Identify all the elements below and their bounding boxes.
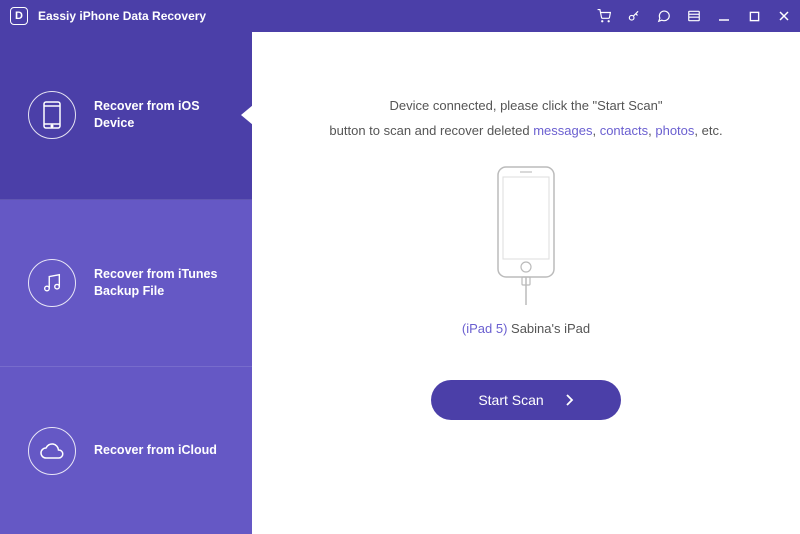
link-contacts[interactable]: contacts bbox=[600, 123, 648, 138]
sidebar-item-icloud[interactable]: Recover from iCloud bbox=[0, 367, 252, 534]
cloud-icon bbox=[28, 427, 76, 475]
device-graphic bbox=[476, 165, 576, 305]
close-button[interactable] bbox=[776, 8, 792, 24]
sidebar-item-label: Recover from iTunes Backup File bbox=[94, 266, 236, 300]
chevron-right-icon bbox=[566, 394, 574, 406]
maximize-button[interactable] bbox=[746, 8, 762, 24]
device-name: Sabina's iPad bbox=[507, 321, 590, 336]
app-title: Eassiy iPhone Data Recovery bbox=[38, 9, 596, 23]
instruction-text: Device connected, please click the "Star… bbox=[329, 94, 722, 143]
cart-icon[interactable] bbox=[596, 8, 612, 24]
app-body: Recover from iOS Device Recover from iTu… bbox=[0, 32, 800, 534]
phone-icon bbox=[28, 91, 76, 139]
main-panel: Device connected, please click the "Star… bbox=[252, 32, 800, 534]
music-note-icon bbox=[28, 259, 76, 307]
feedback-icon[interactable] bbox=[656, 8, 672, 24]
start-scan-button[interactable]: Start Scan bbox=[431, 380, 621, 420]
sidebar-item-ios-device[interactable]: Recover from iOS Device bbox=[0, 32, 252, 200]
app-logo-icon: D bbox=[10, 7, 28, 25]
app-window: D Eassiy iPhone Data Recovery bbox=[0, 0, 800, 534]
window-controls bbox=[596, 8, 792, 24]
link-messages[interactable]: messages bbox=[533, 123, 592, 138]
key-icon[interactable] bbox=[626, 8, 642, 24]
link-photos[interactable]: photos bbox=[655, 123, 694, 138]
titlebar: D Eassiy iPhone Data Recovery bbox=[0, 0, 800, 32]
sidebar-item-itunes-backup[interactable]: Recover from iTunes Backup File bbox=[0, 200, 252, 368]
sidebar-item-label: Recover from iCloud bbox=[94, 442, 217, 459]
start-scan-label: Start Scan bbox=[478, 392, 543, 408]
device-label: (iPad 5) Sabina's iPad bbox=[462, 321, 590, 336]
sidebar-item-label: Recover from iOS Device bbox=[94, 98, 236, 132]
minimize-button[interactable] bbox=[716, 8, 732, 24]
device-model: (iPad 5) bbox=[462, 321, 508, 336]
sidebar: Recover from iOS Device Recover from iTu… bbox=[0, 32, 252, 534]
menu-icon[interactable] bbox=[686, 8, 702, 24]
